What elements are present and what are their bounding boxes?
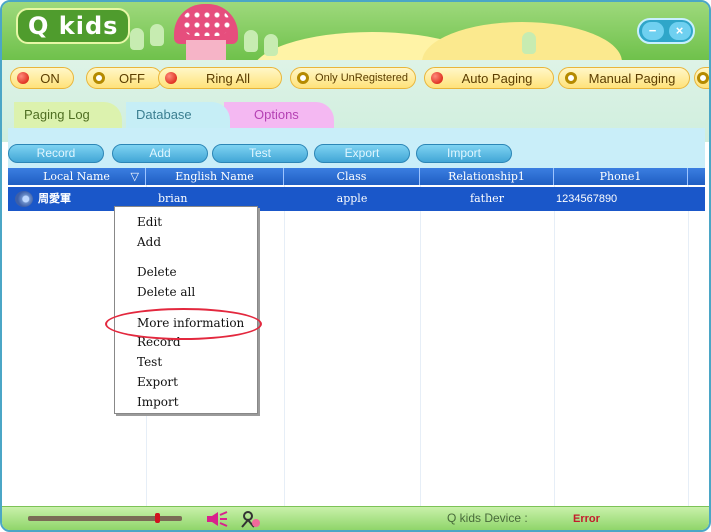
- highlight-ring: [105, 308, 262, 340]
- ring-dot-icon: [565, 72, 577, 84]
- tab-bar: Paging Log Options Database: [14, 102, 709, 128]
- tree-decoration: [264, 34, 278, 56]
- tree-decoration: [244, 30, 258, 52]
- tab-options[interactable]: Options: [224, 102, 334, 128]
- import-button[interactable]: Import: [416, 144, 512, 163]
- only-unregistered-button[interactable]: Only UnRegistered: [290, 67, 416, 89]
- column-divider: [420, 185, 421, 508]
- house-roof-dots: [182, 10, 230, 36]
- device-label: Q kids Device :: [447, 511, 528, 525]
- menu-item-edit[interactable]: Edit: [137, 213, 162, 231]
- off-button[interactable]: OFF: [86, 67, 162, 89]
- status-bar: Q kids Device : Error: [2, 506, 709, 530]
- tab-paging-log[interactable]: Paging Log: [14, 102, 122, 128]
- column-header-class[interactable]: Class: [284, 168, 420, 185]
- menu-item-export[interactable]: Export: [137, 373, 178, 391]
- tree-decoration: [130, 28, 144, 50]
- red-dot-icon: [165, 72, 177, 84]
- close-button[interactable]: ×: [668, 22, 691, 40]
- column-header-filler: [688, 168, 705, 185]
- minimize-button[interactable]: −: [641, 22, 664, 40]
- tree-decoration: [150, 24, 164, 46]
- speaker-icon[interactable]: [15, 191, 33, 207]
- mute-speaker-icon[interactable]: [206, 511, 228, 527]
- paging-toolbar: ON OFF Ring All Only UnRegistered Auto P…: [10, 65, 709, 91]
- sort-down-icon[interactable]: ▽: [131, 168, 139, 185]
- title-bar[interactable]: Q kids − ×: [2, 2, 709, 60]
- settings-person-icon[interactable]: [240, 510, 262, 528]
- cell-class: apple: [336, 192, 368, 205]
- record-button[interactable]: Record: [8, 144, 104, 163]
- house-wall: [186, 40, 226, 60]
- tree-decoration: [522, 32, 536, 54]
- column-header-phone1[interactable]: Phone1: [554, 168, 688, 185]
- add-button[interactable]: Add: [112, 144, 208, 163]
- menu-separator: [123, 306, 249, 307]
- test-button[interactable]: Test: [212, 144, 308, 163]
- ring-dot-icon: [93, 72, 105, 84]
- red-dot-icon: [431, 72, 443, 84]
- column-header-relationship1[interactable]: Relationship1: [420, 168, 554, 185]
- menu-item-test[interactable]: Test: [137, 353, 162, 371]
- menu-item-delete[interactable]: Delete: [137, 263, 177, 281]
- column-header-local-name[interactable]: Local Name ▽: [8, 168, 146, 185]
- menu-separator: [123, 256, 249, 257]
- volume-slider-knob[interactable]: [155, 513, 160, 523]
- on-button[interactable]: ON: [10, 67, 74, 89]
- volume-slider[interactable]: [28, 513, 182, 523]
- menu-item-add[interactable]: Add: [137, 233, 161, 251]
- column-divider: [688, 185, 689, 508]
- app-window: Q kids − × ON OFF Ring All Only UnRegist…: [0, 0, 711, 532]
- cell-relationship: father: [470, 192, 504, 205]
- auto-paging-button[interactable]: Auto Paging: [424, 67, 554, 89]
- table-row[interactable]: 周愛軍 brian apple father 1234567890: [8, 187, 705, 211]
- column-header-english-name[interactable]: English Name: [146, 168, 284, 185]
- column-divider: [284, 185, 285, 508]
- column-divider: [554, 185, 555, 508]
- ring-dot-icon: [697, 72, 709, 84]
- cell-phone: 1234567890: [556, 193, 618, 205]
- menu-item-import[interactable]: Import: [137, 393, 179, 411]
- export-button[interactable]: Export: [314, 144, 410, 163]
- menu-item-delete-all[interactable]: Delete all: [137, 283, 195, 301]
- cell-local-name: 周愛軍: [38, 192, 71, 205]
- window-controls: − ×: [637, 18, 695, 44]
- ring-dot-icon: [297, 72, 309, 84]
- more-toolbar-button[interactable]: [694, 67, 709, 89]
- contacts-table: Local Name ▽ English Name Class Relation…: [8, 168, 705, 508]
- manual-paging-button[interactable]: Manual Paging: [558, 67, 690, 89]
- tab-database[interactable]: Database: [126, 102, 230, 128]
- device-status-badge: Error: [573, 513, 600, 525]
- red-dot-icon: [17, 72, 29, 84]
- ring-all-button[interactable]: Ring All: [158, 67, 282, 89]
- app-logo: Q kids: [16, 8, 131, 44]
